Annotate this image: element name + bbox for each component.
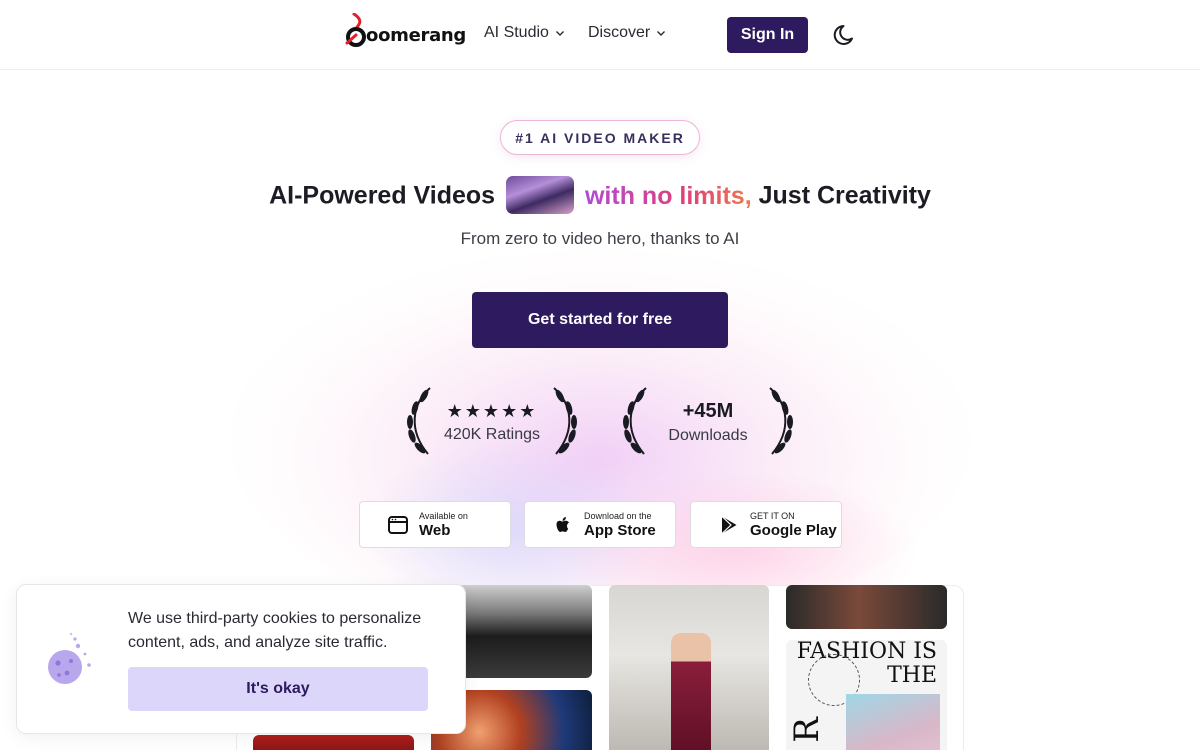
headline-start: AI-Powered Videos bbox=[269, 181, 496, 210]
sign-in-button[interactable]: Sign In bbox=[727, 17, 808, 53]
headline-highlight: with no limits, bbox=[584, 181, 752, 210]
nav-discover[interactable]: Discover bbox=[588, 24, 666, 42]
downloads-count: +45M bbox=[682, 400, 734, 422]
ratings-stat: ★★★★★ 420K Ratings bbox=[402, 386, 582, 458]
logo-mark-icon bbox=[345, 13, 366, 47]
cookie-banner: We use third-party cookies to personaliz… bbox=[16, 584, 466, 734]
app-store-button[interactable]: Download on the App Store bbox=[524, 501, 676, 548]
dress-figure bbox=[671, 633, 711, 750]
web-store-button[interactable]: Available on Web bbox=[359, 501, 511, 548]
gallery-tile-red-dress[interactable] bbox=[609, 585, 769, 750]
browser-window-icon bbox=[388, 515, 408, 534]
nav-discover-label: Discover bbox=[588, 24, 651, 41]
downloads-stat: +45M Downloads bbox=[618, 386, 798, 458]
site-header: oomerang AI Studio Discover Sign In bbox=[0, 0, 1200, 70]
ratings-stat-body: ★★★★★ 420K Ratings bbox=[438, 386, 546, 458]
hero-headline: AI-Powered Videos with no limits, Just C… bbox=[0, 176, 1200, 218]
poster-letter: R bbox=[786, 717, 827, 743]
headline-end: Just Creativity bbox=[758, 181, 931, 210]
get-started-button[interactable]: Get started for free bbox=[472, 292, 728, 348]
nav-ai-studio[interactable]: AI Studio bbox=[484, 24, 565, 42]
chevron-down-icon bbox=[555, 31, 564, 36]
app-store-large: App Store bbox=[584, 521, 656, 539]
gallery-tile-leather-outfit[interactable] bbox=[786, 585, 947, 629]
laurel-right-icon bbox=[553, 387, 577, 455]
google-play-icon bbox=[721, 515, 737, 534]
apple-icon bbox=[556, 516, 569, 532]
hero-badge: #1 AI VIDEO MAKER bbox=[500, 120, 700, 155]
boomerang-logo[interactable]: oomerang bbox=[344, 12, 466, 48]
laurel-left-icon bbox=[407, 387, 431, 455]
google-play-small: GET IT ON bbox=[750, 510, 795, 521]
app-store-small: Download on the bbox=[584, 510, 652, 521]
downloads-label: Downloads bbox=[668, 427, 748, 444]
nav-ai-studio-label: AI Studio bbox=[484, 24, 549, 41]
google-play-large: Google Play bbox=[750, 521, 837, 539]
downloads-stat-body: +45M Downloads bbox=[654, 386, 762, 458]
laurel-left-icon bbox=[623, 387, 647, 455]
google-play-button[interactable]: GET IT ON Google Play bbox=[690, 501, 842, 548]
laurel-right-icon bbox=[769, 387, 793, 455]
logo-text: oomerang bbox=[366, 24, 467, 46]
chevron-down-icon bbox=[657, 31, 666, 36]
cookie-message: We use third-party cookies to personaliz… bbox=[128, 610, 422, 651]
gallery-tile-fashion-poster[interactable]: FASHION IS THE R bbox=[786, 640, 947, 750]
poster-photo bbox=[846, 694, 940, 750]
hero-subtitle: From zero to video hero, thanks to AI bbox=[460, 229, 740, 248]
accept-cookies-button[interactable]: It's okay bbox=[128, 667, 428, 711]
web-store-large: Web bbox=[419, 521, 451, 539]
five-stars-icon: ★★★★★ bbox=[446, 401, 538, 421]
moon-icon[interactable] bbox=[832, 22, 858, 48]
ratings-label: 420K Ratings bbox=[443, 426, 541, 443]
web-store-small: Available on bbox=[419, 510, 468, 521]
gallery-tile-red-character[interactable] bbox=[253, 735, 414, 750]
cookie-icon bbox=[48, 632, 91, 684]
headline-thumbnail bbox=[506, 176, 575, 214]
